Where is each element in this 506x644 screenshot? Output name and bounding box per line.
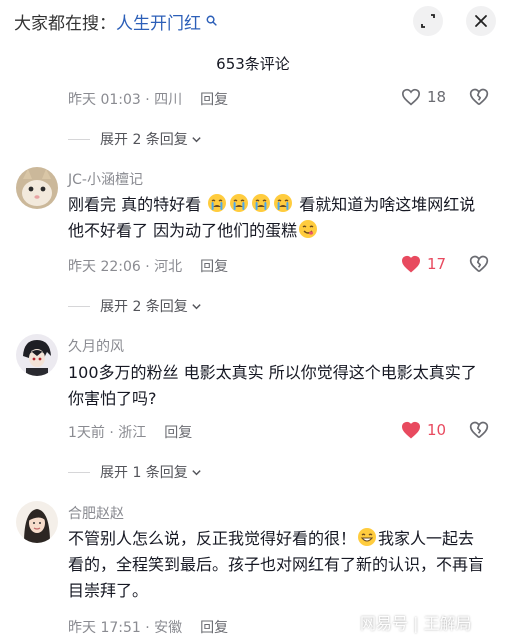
crying-emoji-icon xyxy=(230,194,249,212)
comment-text-part: 刚看完 真的特好看 xyxy=(68,195,202,214)
close-button[interactable] xyxy=(466,6,496,36)
broken-heart-icon[interactable] xyxy=(469,420,489,440)
divider-line xyxy=(68,471,90,473)
search-keyword[interactable]: 人生开门红 xyxy=(116,14,201,34)
divider-line xyxy=(68,305,90,307)
like-button[interactable]: 17 xyxy=(401,255,446,273)
comment-time-location: 昨天 22:06 · 河北 xyxy=(68,259,183,275)
reply-button[interactable]: 回复 xyxy=(200,620,228,636)
comment-meta: 1天前 · 浙江 回复 xyxy=(68,422,192,442)
expand-replies-label: 展开 2 条回复 xyxy=(100,132,188,148)
comment-count-title: 653条评论 xyxy=(216,55,290,73)
expand-replies[interactable]: 展开 2 条回复 xyxy=(68,129,202,149)
expand-button[interactable] xyxy=(413,6,443,36)
avatar[interactable] xyxy=(16,167,58,209)
broken-heart-icon[interactable] xyxy=(469,254,489,274)
comment-meta: 昨天 17:51 · 安徽 回复 xyxy=(68,617,228,637)
reply-button[interactable]: 回复 xyxy=(164,425,192,441)
like-button[interactable]: 18 xyxy=(401,88,446,106)
reply-button[interactable]: 回复 xyxy=(200,92,228,108)
comment-meta: 昨天 01:03 · 四川 回复 xyxy=(68,89,228,109)
comment-meta: 昨天 22:06 · 河北 回复 xyxy=(68,256,228,276)
comment-text-part: 不管别人怎么说，反正我觉得好看的很！ xyxy=(68,529,357,548)
divider-line xyxy=(68,138,90,140)
top-bar: 大家都在搜：人生开门红 xyxy=(0,0,506,44)
username[interactable]: 合肥赵赵 xyxy=(68,503,124,523)
like-button[interactable]: 10 xyxy=(401,421,446,439)
search-icon[interactable] xyxy=(202,15,217,30)
username[interactable]: JC-小涵檀记 xyxy=(68,169,143,189)
trending-search-hint[interactable]: 大家都在搜：人生开门红 xyxy=(14,9,217,34)
like-count: 10 xyxy=(427,421,447,439)
comment-time-location: 昨天 17:51 · 安徽 xyxy=(68,620,183,636)
avatar[interactable] xyxy=(16,501,58,543)
heart-icon xyxy=(401,88,421,106)
expand-replies[interactable]: 展开 1 条回复 xyxy=(68,462,202,482)
avatar[interactable] xyxy=(16,334,58,376)
heart-icon xyxy=(401,255,421,273)
comment-text: 刚看完 真的特好看 看就知道为啥这堆网红说他不好看了 因为动了他们的蛋糕 xyxy=(68,192,488,244)
like-count: 18 xyxy=(427,88,447,106)
chevron-down-icon xyxy=(192,136,201,142)
username[interactable]: 久月的风 xyxy=(68,336,124,356)
comment-time-location: 1天前 · 浙江 xyxy=(68,425,147,441)
chevron-down-icon xyxy=(192,303,201,309)
expand-replies[interactable]: 展开 2 条回复 xyxy=(68,296,202,316)
search-prefix: 大家都在搜： xyxy=(14,14,116,34)
expand-icon xyxy=(421,14,435,28)
expand-replies-label: 展开 1 条回复 xyxy=(100,465,188,481)
comment-text: 不管别人怎么说，反正我觉得好看的很！ 我家人一起去看的，全程笑到最后。孩子也对网红… xyxy=(68,526,488,604)
yum-emoji-icon xyxy=(299,220,318,238)
like-count: 17 xyxy=(427,255,447,273)
heart-icon xyxy=(401,421,421,439)
crying-emoji-icon xyxy=(274,194,293,212)
watermark: 网易号 | 王解局 xyxy=(360,614,472,633)
reply-button[interactable]: 回复 xyxy=(200,259,228,275)
grin-emoji-icon xyxy=(358,528,377,546)
close-icon xyxy=(475,15,487,27)
crying-emoji-icon xyxy=(208,194,227,212)
comment-time-location: 昨天 01:03 · 四川 xyxy=(68,92,183,108)
crying-emoji-icon xyxy=(252,194,271,212)
chevron-down-icon xyxy=(192,469,201,475)
comment-text: 100多万的粉丝 电影太真实 所以你觉得这个电影太真实了 你害怕了吗? xyxy=(68,363,477,408)
expand-replies-label: 展开 2 条回复 xyxy=(100,299,188,315)
broken-heart-icon[interactable] xyxy=(469,87,489,107)
